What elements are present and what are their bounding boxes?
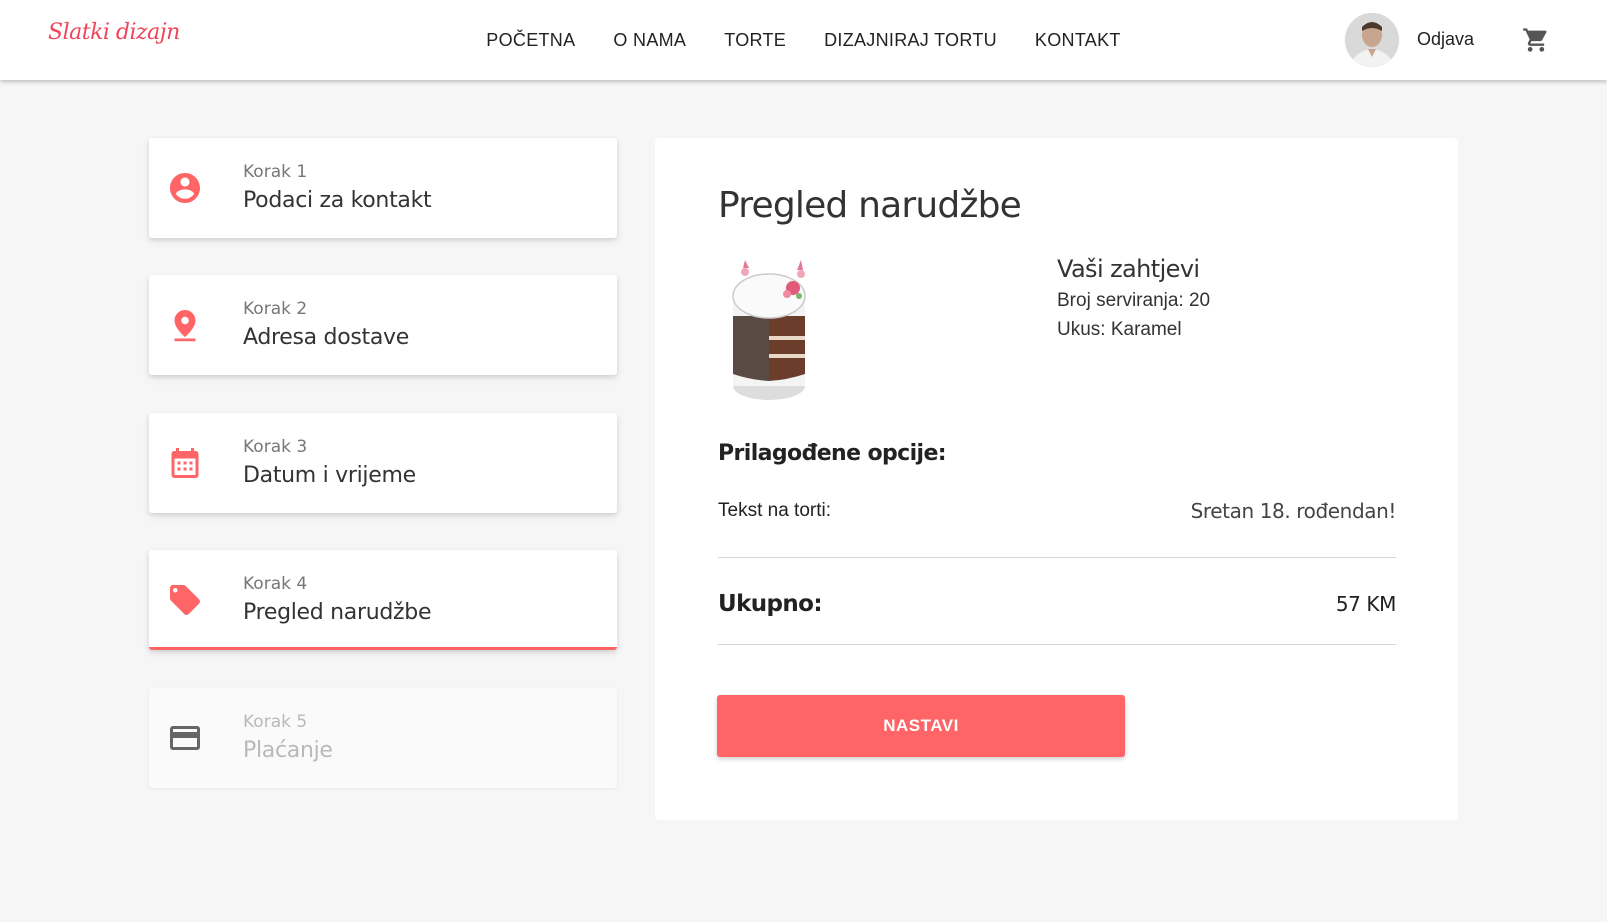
user-avatar-icon [1345,13,1399,67]
step-title: Plaćanje [243,738,333,763]
servings-text: Broj serviranja: 20 [1057,290,1211,311]
cake-text-value: Sretan 18. rođendan! [1190,499,1397,523]
step-title: Datum i vrijeme [243,463,416,488]
order-review-panel: Pregled narudžbe Vaši zahtjevi Broj serv… [655,138,1458,820]
step-kicker: Korak 1 [243,162,308,182]
page-title: Pregled narudžbe [718,185,1022,226]
step-1-contact[interactable]: Korak 1 Podaci za kontakt [149,138,617,238]
step-title: Pregled narudžbe [243,600,432,625]
step-kicker: Korak 5 [243,712,308,732]
credit-card-icon [170,726,200,750]
step-kicker: Korak 2 [243,299,308,319]
top-navbar: Slatki dizajn POČETNA O NAMA TORTE DIZAJ… [0,0,1607,80]
flavor-text: Ukus: Karamel [1057,319,1182,340]
step-3-date-time[interactable]: Korak 3 Datum i vrijeme [149,413,617,513]
continue-button[interactable]: NASTAVI [717,695,1125,757]
nav-item-dizajniraj-tortu[interactable]: DIZAJNIRAJ TORTU [805,30,1016,51]
custom-options-title: Prilagođene opcije: [718,441,947,466]
step-kicker: Korak 3 [243,437,308,457]
logout-link[interactable]: Odjava [1417,29,1474,50]
shopping-cart-icon[interactable] [1522,26,1550,54]
divider [718,557,1396,558]
calendar-icon [171,448,199,478]
total-value: 57 KM [1335,592,1397,616]
step-kicker: Korak 4 [243,574,308,594]
account-circle-icon [170,173,200,203]
nav-item-torte[interactable]: TORTE [705,30,805,51]
total-label: Ukupno: [718,591,823,617]
user-avatar[interactable] [1345,13,1399,67]
cake-text-label: Tekst na torti: [718,500,831,521]
step-title: Adresa dostave [243,325,410,350]
cake-preview-image [732,260,806,400]
nav-item-kontakt[interactable]: KONTAKT [1016,30,1140,51]
nav-item-pocetna[interactable]: POČETNA [467,30,594,51]
brand-logo[interactable]: Slatki dizajn [48,20,180,45]
divider [718,644,1396,645]
nav-item-o-nama[interactable]: O NAMA [594,30,705,51]
step-title: Podaci za kontakt [243,188,432,213]
location-pin-icon [174,310,196,342]
step-2-address[interactable]: Korak 2 Adresa dostave [149,275,617,375]
tag-icon [170,585,200,615]
step-4-review[interactable]: Korak 4 Pregled narudžbe [149,550,617,650]
requests-title: Vaši zahtjevi [1057,255,1200,283]
step-5-payment: Korak 5 Plaćanje [149,688,617,788]
